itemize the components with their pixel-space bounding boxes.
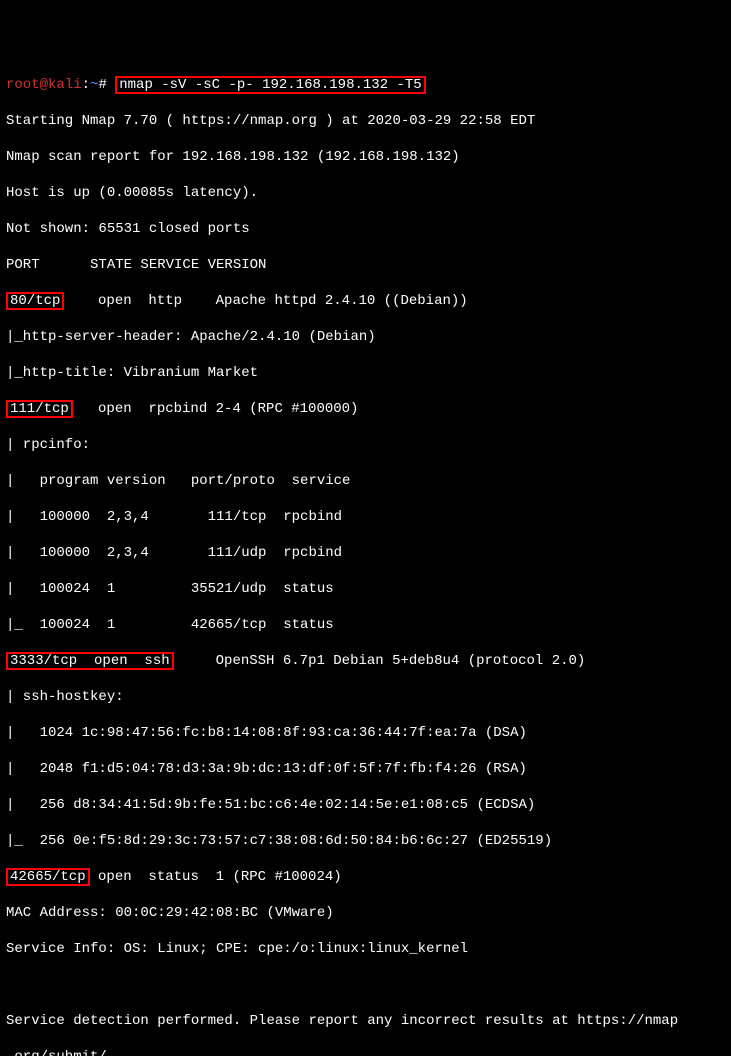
command-text[interactable]: nmap -sV -sC -p- 192.168.198.132 -T5 [119,77,421,93]
port-80-info: open http Apache httpd 2.4.10 ((Debian)) [64,293,467,309]
output-line: MAC Address: 00:0C:29:42:08:BC (VMware) [6,904,725,922]
prompt-line: root@kali:~# nmap -sV -sC -p- 192.168.19… [6,76,725,94]
output-line: | 1024 1c:98:47:56:fc:b8:14:08:8f:93:ca:… [6,724,725,742]
command-highlight: nmap -sV -sC -p- 192.168.198.132 -T5 [115,76,425,94]
port-111-info: open rpcbind 2-4 (RPC #100000) [73,401,359,417]
port-80-highlight: 80/tcp [6,292,64,310]
output-line: | ssh-hostkey: [6,688,725,706]
output-line: | program version port/proto service [6,472,725,490]
output-line: | 100024 1 35521/udp status [6,580,725,598]
output-line [6,976,725,994]
output-line: | 2048 f1:d5:04:78:d3:3a:9b:dc:13:df:0f:… [6,760,725,778]
output-line: | 100000 2,3,4 111/tcp rpcbind [6,508,725,526]
output-line: Service Info: OS: Linux; CPE: cpe:/o:lin… [6,940,725,958]
prompt-host: kali [48,77,82,93]
output-line: 3333/tcp open ssh OpenSSH 6.7p1 Debian 5… [6,652,725,670]
output-line: Service detection performed. Please repo… [6,1012,725,1030]
prompt-hash: # [98,77,106,93]
output-line: .org/submit/ . [6,1048,725,1056]
prompt-at: @ [40,77,48,93]
output-line: Nmap scan report for 192.168.198.132 (19… [6,148,725,166]
output-line: | rpcinfo: [6,436,725,454]
output-line: |_ 100024 1 42665/tcp status [6,616,725,634]
prompt-colon: : [82,77,90,93]
output-line: |_ 256 0e:f5:8d:29:3c:73:57:c7:38:08:6d:… [6,832,725,850]
output-line: |_http-server-header: Apache/2.4.10 (Deb… [6,328,725,346]
port-42665-info: open status 1 (RPC #100024) [90,869,342,885]
port-3333-info: OpenSSH 6.7p1 Debian 5+deb8u4 (protocol … [174,653,586,669]
output-line: Starting Nmap 7.70 ( https://nmap.org ) … [6,112,725,130]
output-line: | 256 d8:34:41:5d:9b:fe:51:bc:c6:4e:02:1… [6,796,725,814]
port-111-highlight: 111/tcp [6,400,73,418]
port-3333-highlight: 3333/tcp open ssh [6,652,174,670]
output-line: |_http-title: Vibranium Market [6,364,725,382]
output-line: 42665/tcp open status 1 (RPC #100024) [6,868,725,886]
output-line: Not shown: 65531 closed ports [6,220,725,238]
prompt-user: root [6,77,40,93]
output-line: 80/tcp open http Apache httpd 2.4.10 ((D… [6,292,725,310]
output-line: PORT STATE SERVICE VERSION [6,256,725,274]
output-line: | 100000 2,3,4 111/udp rpcbind [6,544,725,562]
output-line: 111/tcp open rpcbind 2-4 (RPC #100000) [6,400,725,418]
output-line: Host is up (0.00085s latency). [6,184,725,202]
port-42665-highlight: 42665/tcp [6,868,90,886]
